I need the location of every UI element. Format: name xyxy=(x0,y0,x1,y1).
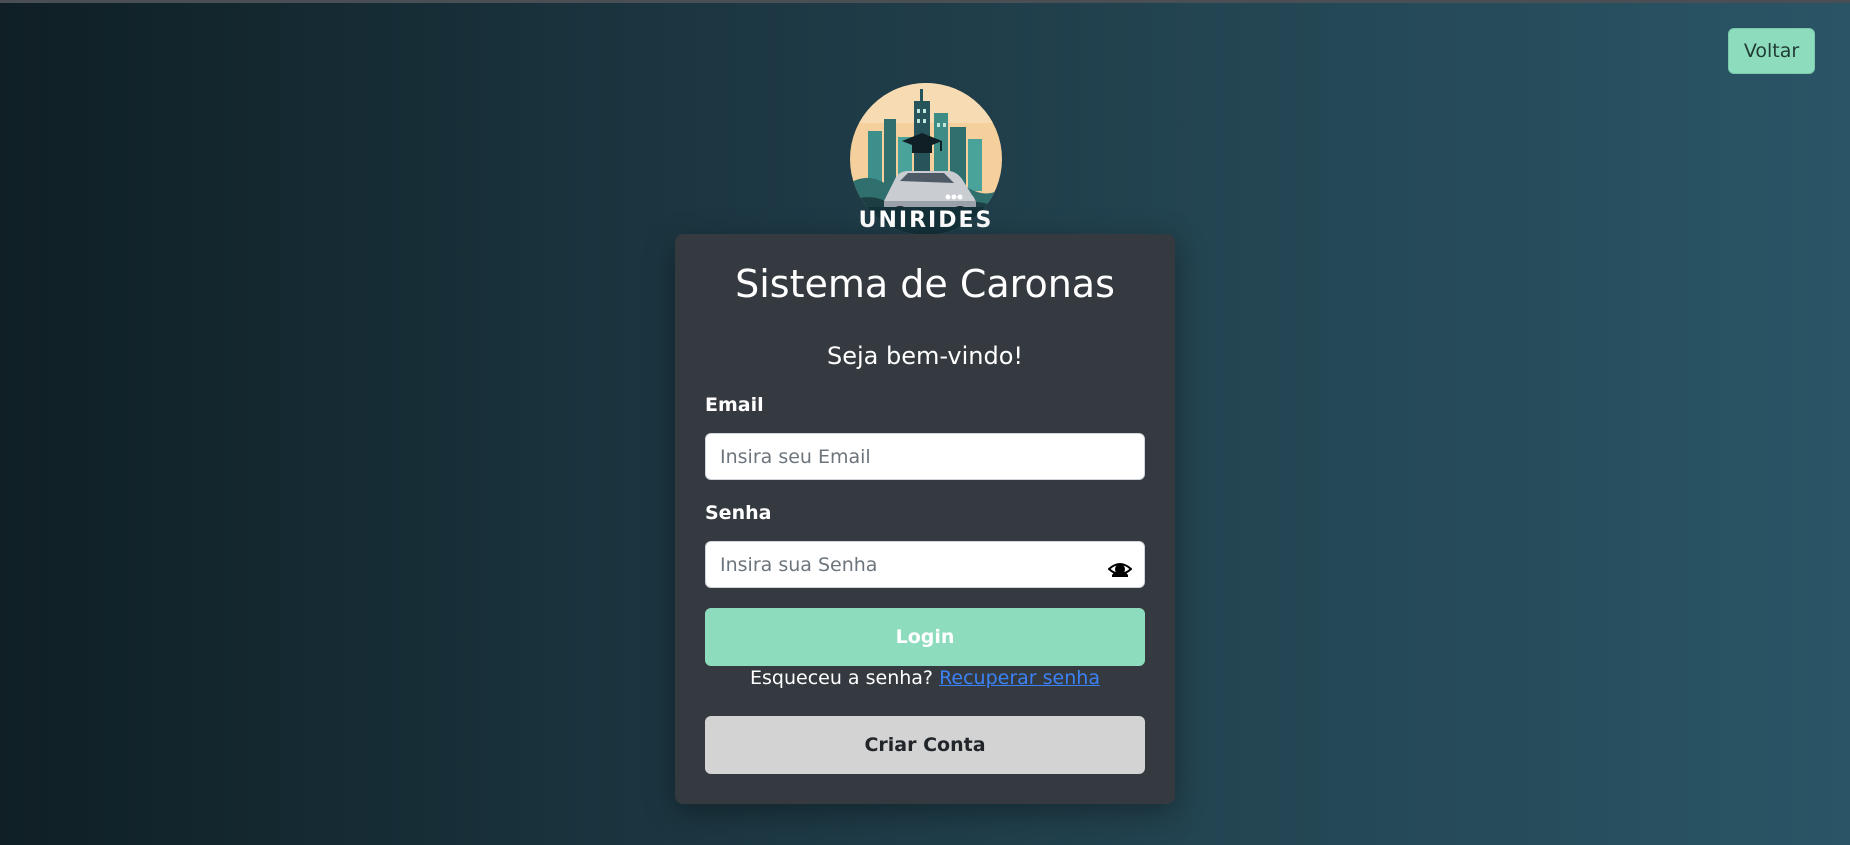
welcome-subtitle: Seja bem-vindo! xyxy=(826,342,1024,370)
create-account-button[interactable]: Criar Conta xyxy=(705,716,1145,774)
logo-text: UNIRIDES xyxy=(858,208,994,233)
email-label: Email xyxy=(705,394,764,416)
toggle-password-visibility-button[interactable] xyxy=(1105,554,1135,584)
forgot-password-text: Esqueceu a senha? xyxy=(750,667,940,689)
eye-icon xyxy=(1108,563,1132,577)
email-field[interactable] xyxy=(705,433,1145,480)
login-button[interactable]: Login xyxy=(705,608,1145,666)
recover-password-link[interactable]: Recuperar senha xyxy=(939,667,1100,689)
password-field[interactable] xyxy=(705,541,1145,588)
unirides-logo: UNIRIDES xyxy=(850,83,1002,235)
password-label: Senha xyxy=(705,502,772,524)
page-title: Sistema de Caronas xyxy=(735,262,1115,306)
top-border xyxy=(0,0,1850,3)
forgot-password-row: Esqueceu a senha? Recuperar senha xyxy=(675,667,1175,689)
back-button[interactable]: Voltar xyxy=(1728,28,1815,74)
login-card: Sistema de Caronas Seja bem-vindo! Email… xyxy=(675,234,1175,804)
